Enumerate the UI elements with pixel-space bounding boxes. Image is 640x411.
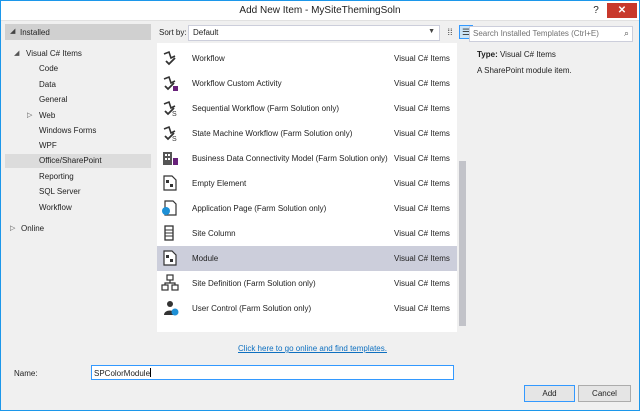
list-item[interactable]: Workflow Visual C# Items — [157, 46, 457, 71]
bdc-model-icon — [163, 152, 178, 165]
tree-node-code[interactable]: Code — [5, 62, 151, 76]
tree-node-office-sharepoint[interactable]: Office/SharePoint — [5, 154, 151, 168]
name-label: Name: — [14, 369, 38, 378]
template-list: Workflow Visual C# Items Workflow Custom… — [157, 43, 468, 332]
expand-arrow-icon[interactable]: ▷ — [10, 224, 15, 232]
name-field[interactable]: SPColorModule — [91, 365, 454, 380]
title-bar: Add New Item - MySiteThemingSoln ? ✕ — [1, 1, 639, 21]
search-input[interactable]: Search Installed Templates (Ctrl+E) ⌕ — [469, 26, 633, 42]
cancel-button[interactable]: Cancel — [578, 385, 631, 402]
module-icon — [163, 250, 177, 266]
list-item[interactable]: Site Definition (Farm Solution only) Vis… — [157, 271, 457, 296]
template-description: A SharePoint module item. — [477, 66, 572, 75]
expand-arrow-icon[interactable]: ◢ — [14, 49, 19, 57]
list-item[interactable]: Application Page (Farm Solution only) Vi… — [157, 196, 457, 221]
chevron-down-icon: ▼ — [428, 28, 435, 35]
empty-element-icon — [163, 175, 177, 191]
tree-node-reporting[interactable]: Reporting — [5, 170, 151, 184]
workflow-icon — [163, 50, 176, 66]
expand-arrow-icon[interactable]: ▷ — [27, 111, 32, 119]
site-definition-icon — [161, 274, 179, 291]
grid-view-icon[interactable]: ⁞⁞ — [443, 25, 457, 39]
user-control-icon — [164, 301, 179, 316]
help-button[interactable]: ? — [585, 3, 607, 18]
text-caret — [150, 368, 152, 377]
category-tree: ◢ Installed ◢ Visual C# Items Code Data … — [5, 21, 151, 361]
list-item[interactable]: Site Column Visual C# Items — [157, 221, 457, 246]
type-value: Visual C# Items — [499, 50, 556, 59]
application-page-icon — [162, 200, 177, 216]
sort-toolbar: Sort by: Default ▼ ⁞⁞ ☰ — [157, 24, 473, 42]
tree-node-windows-forms[interactable]: Windows Forms — [5, 124, 151, 138]
list-item-selected[interactable]: Module Visual C# Items — [157, 246, 457, 271]
type-label: Type: — [477, 50, 498, 59]
sequential-workflow-icon: S — [163, 100, 177, 117]
list-item[interactable]: User Control (Farm Solution only) Visual… — [157, 296, 457, 321]
window-title: Add New Item - MySiteThemingSoln — [239, 5, 401, 16]
svg-text:S: S — [172, 136, 177, 142]
sort-value: Default — [193, 28, 219, 37]
search-icon[interactable]: ⌕ — [624, 28, 629, 39]
tree-node-wpf[interactable]: WPF — [5, 139, 151, 153]
tree-node-sql-server[interactable]: SQL Server — [5, 185, 151, 199]
close-button[interactable]: ✕ — [607, 3, 637, 18]
list-item[interactable]: S State Machine Workflow (Farm Solution … — [157, 121, 457, 146]
workflow-activity-icon — [163, 75, 178, 91]
add-new-item-dialog: Add New Item - MySiteThemingSoln ? ✕ ◢ I… — [0, 0, 640, 411]
list-item[interactable]: Empty Element Visual C# Items — [157, 171, 457, 196]
tree-node-workflow[interactable]: Workflow — [5, 201, 151, 215]
installed-header[interactable]: ◢ Installed — [5, 24, 151, 40]
tree-node-online[interactable]: ▷ Online — [5, 222, 151, 236]
scrollbar-thumb[interactable] — [459, 161, 466, 326]
collapse-arrow-icon: ◢ — [10, 28, 16, 35]
add-button[interactable]: Add — [524, 385, 575, 402]
tree-node-web[interactable]: ▷ Web — [5, 109, 151, 123]
search-placeholder: Search Installed Templates (Ctrl+E) — [473, 29, 599, 38]
list-item[interactable]: Business Data Connectivity Model (Farm S… — [157, 146, 457, 171]
sort-label: Sort by: — [159, 28, 187, 37]
list-item[interactable]: Workflow Custom Activity Visual C# Items — [157, 71, 457, 96]
name-value: SPColorModule — [94, 368, 152, 378]
vertical-scrollbar[interactable] — [457, 43, 468, 332]
svg-text:S: S — [172, 111, 177, 117]
sort-dropdown[interactable]: Default ▼ — [188, 25, 440, 41]
list-item[interactable]: S Sequential Workflow (Farm Solution onl… — [157, 96, 457, 121]
type-row: Type: Visual C# Items — [477, 50, 556, 59]
site-column-icon — [164, 225, 174, 241]
online-templates-link[interactable]: Click here to go online and find templat… — [157, 344, 468, 353]
tree-node-visual-csharp-items[interactable]: ◢ Visual C# Items — [5, 47, 151, 61]
tree-node-general[interactable]: General — [5, 93, 151, 107]
state-machine-icon: S — [163, 125, 177, 142]
tree-node-data[interactable]: Data — [5, 78, 151, 92]
